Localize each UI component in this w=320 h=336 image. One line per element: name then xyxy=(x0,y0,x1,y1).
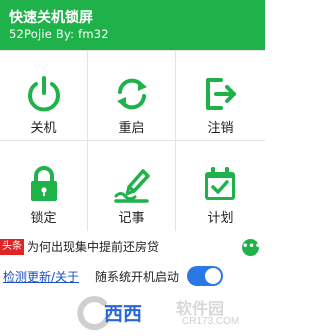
app-title: 快速关机锁屏 xyxy=(9,10,93,26)
lock-button[interactable]: 锁定 xyxy=(0,141,88,231)
note-icon xyxy=(113,165,151,203)
note-label: 记事 xyxy=(118,211,145,226)
action-grid: 关机 重启 注销 锁定 记事 计划 xyxy=(0,50,265,231)
restart-button[interactable]: 重启 xyxy=(88,51,176,141)
schedule-label: 计划 xyxy=(207,211,234,226)
news-tag-badge: 头条 xyxy=(0,239,24,255)
shutdown-label: 关机 xyxy=(30,121,57,136)
news-bar: 头条 为何出现集中提前还房贷 ••• xyxy=(0,237,265,259)
shutdown-button[interactable]: 关机 xyxy=(0,51,88,141)
news-headline-link[interactable]: 为何出现集中提前还房贷 xyxy=(27,239,159,255)
logout-icon xyxy=(201,75,239,113)
schedule-button[interactable]: 计划 xyxy=(176,141,265,231)
autostart-label: 随系统开机启动 xyxy=(95,270,180,284)
logout-button[interactable]: 注销 xyxy=(176,51,265,141)
note-button[interactable]: 记事 xyxy=(88,141,176,231)
calendar-check-icon xyxy=(201,165,239,203)
site-watermark: 西西 软件园 CR173.COM xyxy=(70,290,265,336)
more-dots-icon[interactable]: ••• xyxy=(242,239,261,256)
autostart-toggle[interactable] xyxy=(187,266,223,286)
restart-icon xyxy=(113,75,151,113)
watermark-text-xixi: 西西 xyxy=(104,303,143,325)
app-header: 快速关机锁屏 52Pojie By: fm32 xyxy=(0,0,265,50)
check-update-link[interactable]: 检测更新/关于 xyxy=(3,268,79,285)
app-subtitle: 52Pojie By: fm32 xyxy=(9,27,109,41)
power-icon xyxy=(25,75,63,113)
lock-icon xyxy=(25,165,63,203)
toggle-knob xyxy=(205,268,221,284)
logout-label: 注销 xyxy=(207,121,234,136)
lock-label: 锁定 xyxy=(30,211,57,226)
watermark-text-domain: CR173.COM xyxy=(182,316,240,327)
restart-label: 重启 xyxy=(118,121,145,136)
